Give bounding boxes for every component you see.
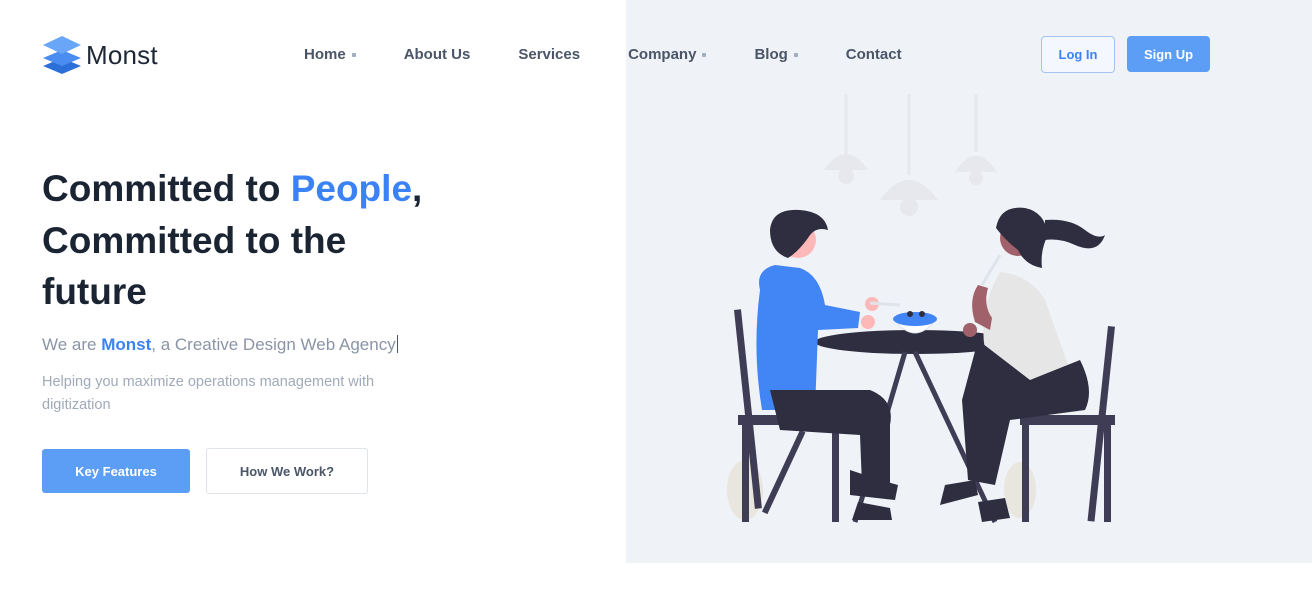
dropdown-indicator-icon [702,52,707,57]
nav-item-company[interactable]: Company [628,46,707,63]
nav-item-label: Company [628,46,697,63]
nav-item-services[interactable]: Services [518,46,580,63]
nav-item-about-us[interactable]: About Us [404,46,471,63]
key-features-button[interactable]: Key Features [42,449,190,493]
headline-text: , [412,168,423,209]
headline-line-3: future [42,271,147,312]
stacked-layers-icon [43,36,81,74]
typing-cursor [396,335,398,353]
brand-logo[interactable]: Monst [42,36,158,74]
nav-item-label: Blog [754,46,788,63]
nav-item-label: Contact [845,46,902,63]
hero-headline: Committed to People, Committed to the fu… [42,163,522,318]
nav-item-contact[interactable]: Contact [846,46,902,63]
nav-item-home[interactable]: Home [304,46,356,63]
dropdown-indicator-icon [351,52,356,57]
how-we-work-button[interactable]: How We Work? [206,448,368,494]
headline-accent-word: People [290,168,413,209]
tagline-suffix: , a Creative Design Web Agency [151,335,396,354]
tagline-prefix: We are [42,335,102,354]
tagline-brand: Monst [101,335,152,354]
nav-item-label: About Us [403,46,471,63]
main-nav: Home About Us Services Company Blog Cont… [304,46,902,63]
headline-text: Committed to [42,168,291,209]
nav-item-label: Home [304,46,346,63]
people-at-table-illustration [727,94,1115,524]
hero-subtext: Helping you maximize operations manageme… [42,374,375,413]
headline-line-2: Committed to the [42,219,347,261]
login-button[interactable]: Log In [1041,36,1115,73]
dropdown-indicator-icon [793,52,798,57]
hero-tagline: We are Monst, a Creative Design Web Agen… [42,335,398,355]
brand-name: Monst [86,39,158,70]
signup-button[interactable]: Sign Up [1127,36,1210,72]
nav-item-label: Services [518,46,581,63]
nav-item-blog[interactable]: Blog [754,46,798,63]
